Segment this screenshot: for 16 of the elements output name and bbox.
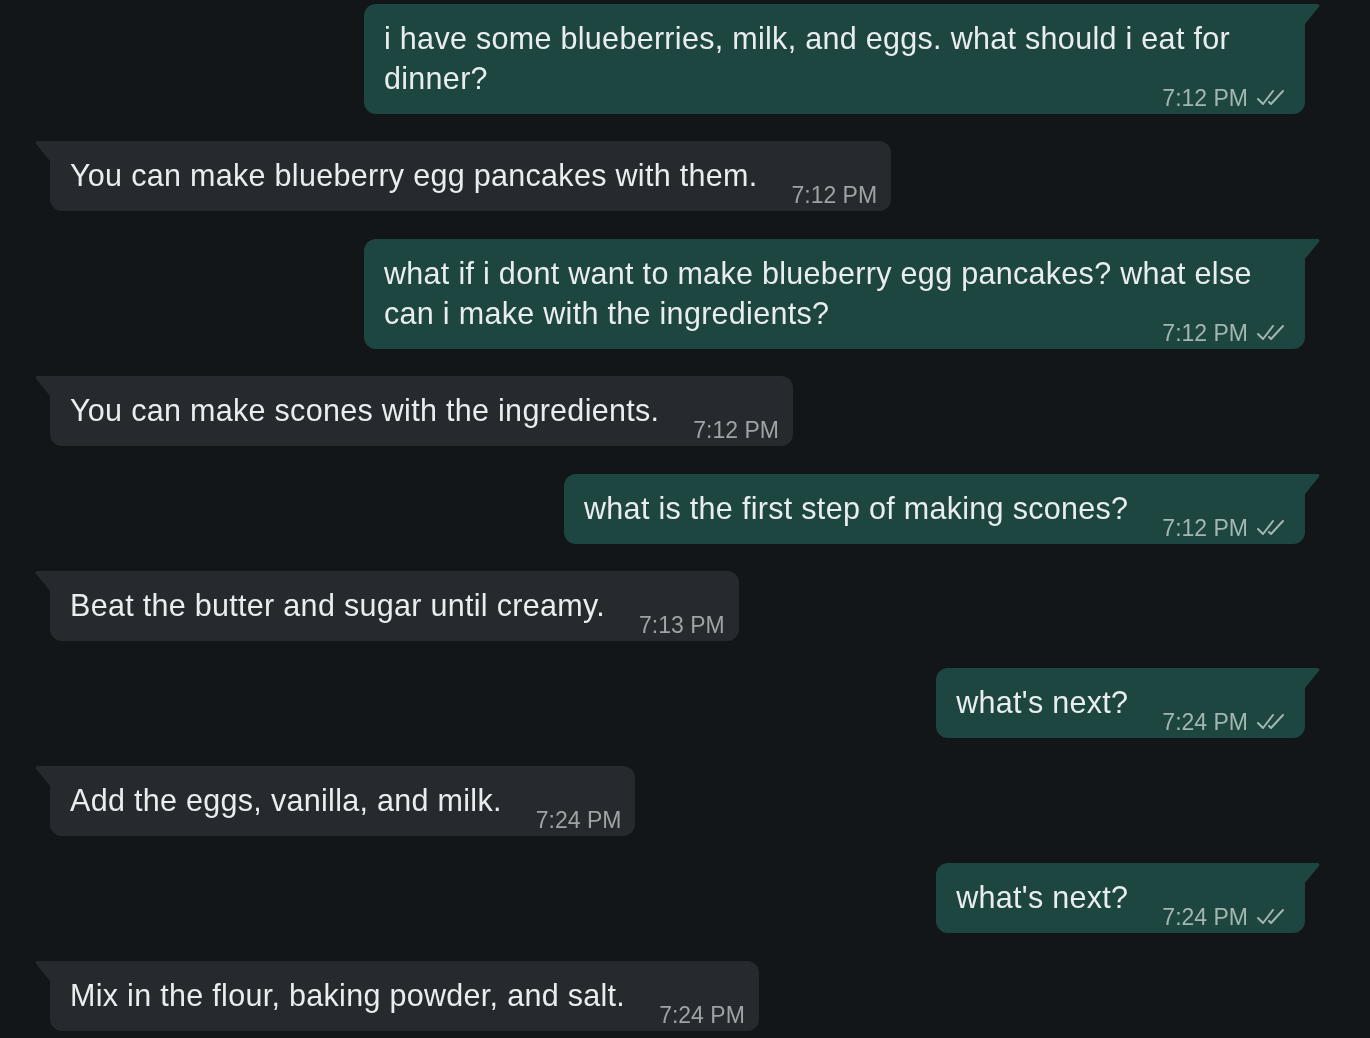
message-time: 7:12 PM (791, 185, 878, 206)
message-text: what's next? (956, 880, 1129, 915)
message-text: You can make blueberry egg pancakes with them. (70, 158, 758, 193)
message-text: Add the eggs, vanilla, and milk. (70, 782, 502, 817)
message-time: 7:24 PM (1162, 712, 1248, 733)
message-time: 7:12 PM (1162, 517, 1248, 538)
message-text: what is the first step of making scones? (584, 490, 1129, 525)
message-text: You can make scones with the ingredients. (70, 393, 660, 428)
message-time: 7:24 PM (659, 1004, 745, 1025)
message-time: 7:24 PM (535, 809, 622, 830)
message-time: 7:24 PM (1162, 907, 1248, 928)
message-time: 7:13 PM (639, 614, 725, 635)
message-text: what's next? (956, 685, 1129, 720)
message-text: Mix in the flour, baking powder, and salt. (70, 977, 626, 1012)
message-text: Beat the butter and sugar until creamy. (70, 587, 605, 622)
message-time: 7:12 PM (693, 420, 779, 441)
